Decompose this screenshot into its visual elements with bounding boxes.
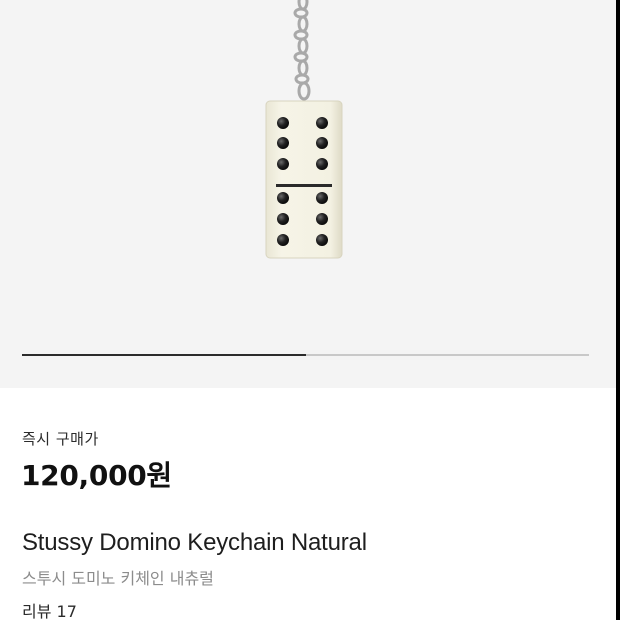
product-image-gallery[interactable] <box>0 0 616 388</box>
product-name: Stussy Domino Keychain Natural <box>22 529 367 556</box>
image-slide-progress-fill <box>22 354 306 356</box>
instant-buy-price-label: 즉시 구매가 <box>22 430 99 448</box>
review-count-link[interactable]: 리뷰 17 <box>22 598 77 620</box>
product-detail-screen: 즉시 구매가 120,000원 Stussy Domino Keychain N… <box>0 0 616 620</box>
image-slide-progress <box>22 354 589 356</box>
product-info-section: 즉시 구매가 120,000원 Stussy Domino Keychain N… <box>0 388 616 620</box>
product-name-korean: 스투시 도미노 키체인 내츄럴 <box>22 569 214 588</box>
keychain-product-image <box>265 0 343 259</box>
domino-tile <box>265 100 343 259</box>
instant-buy-price: 120,000원 <box>21 459 172 492</box>
keychain-chain <box>293 0 311 101</box>
